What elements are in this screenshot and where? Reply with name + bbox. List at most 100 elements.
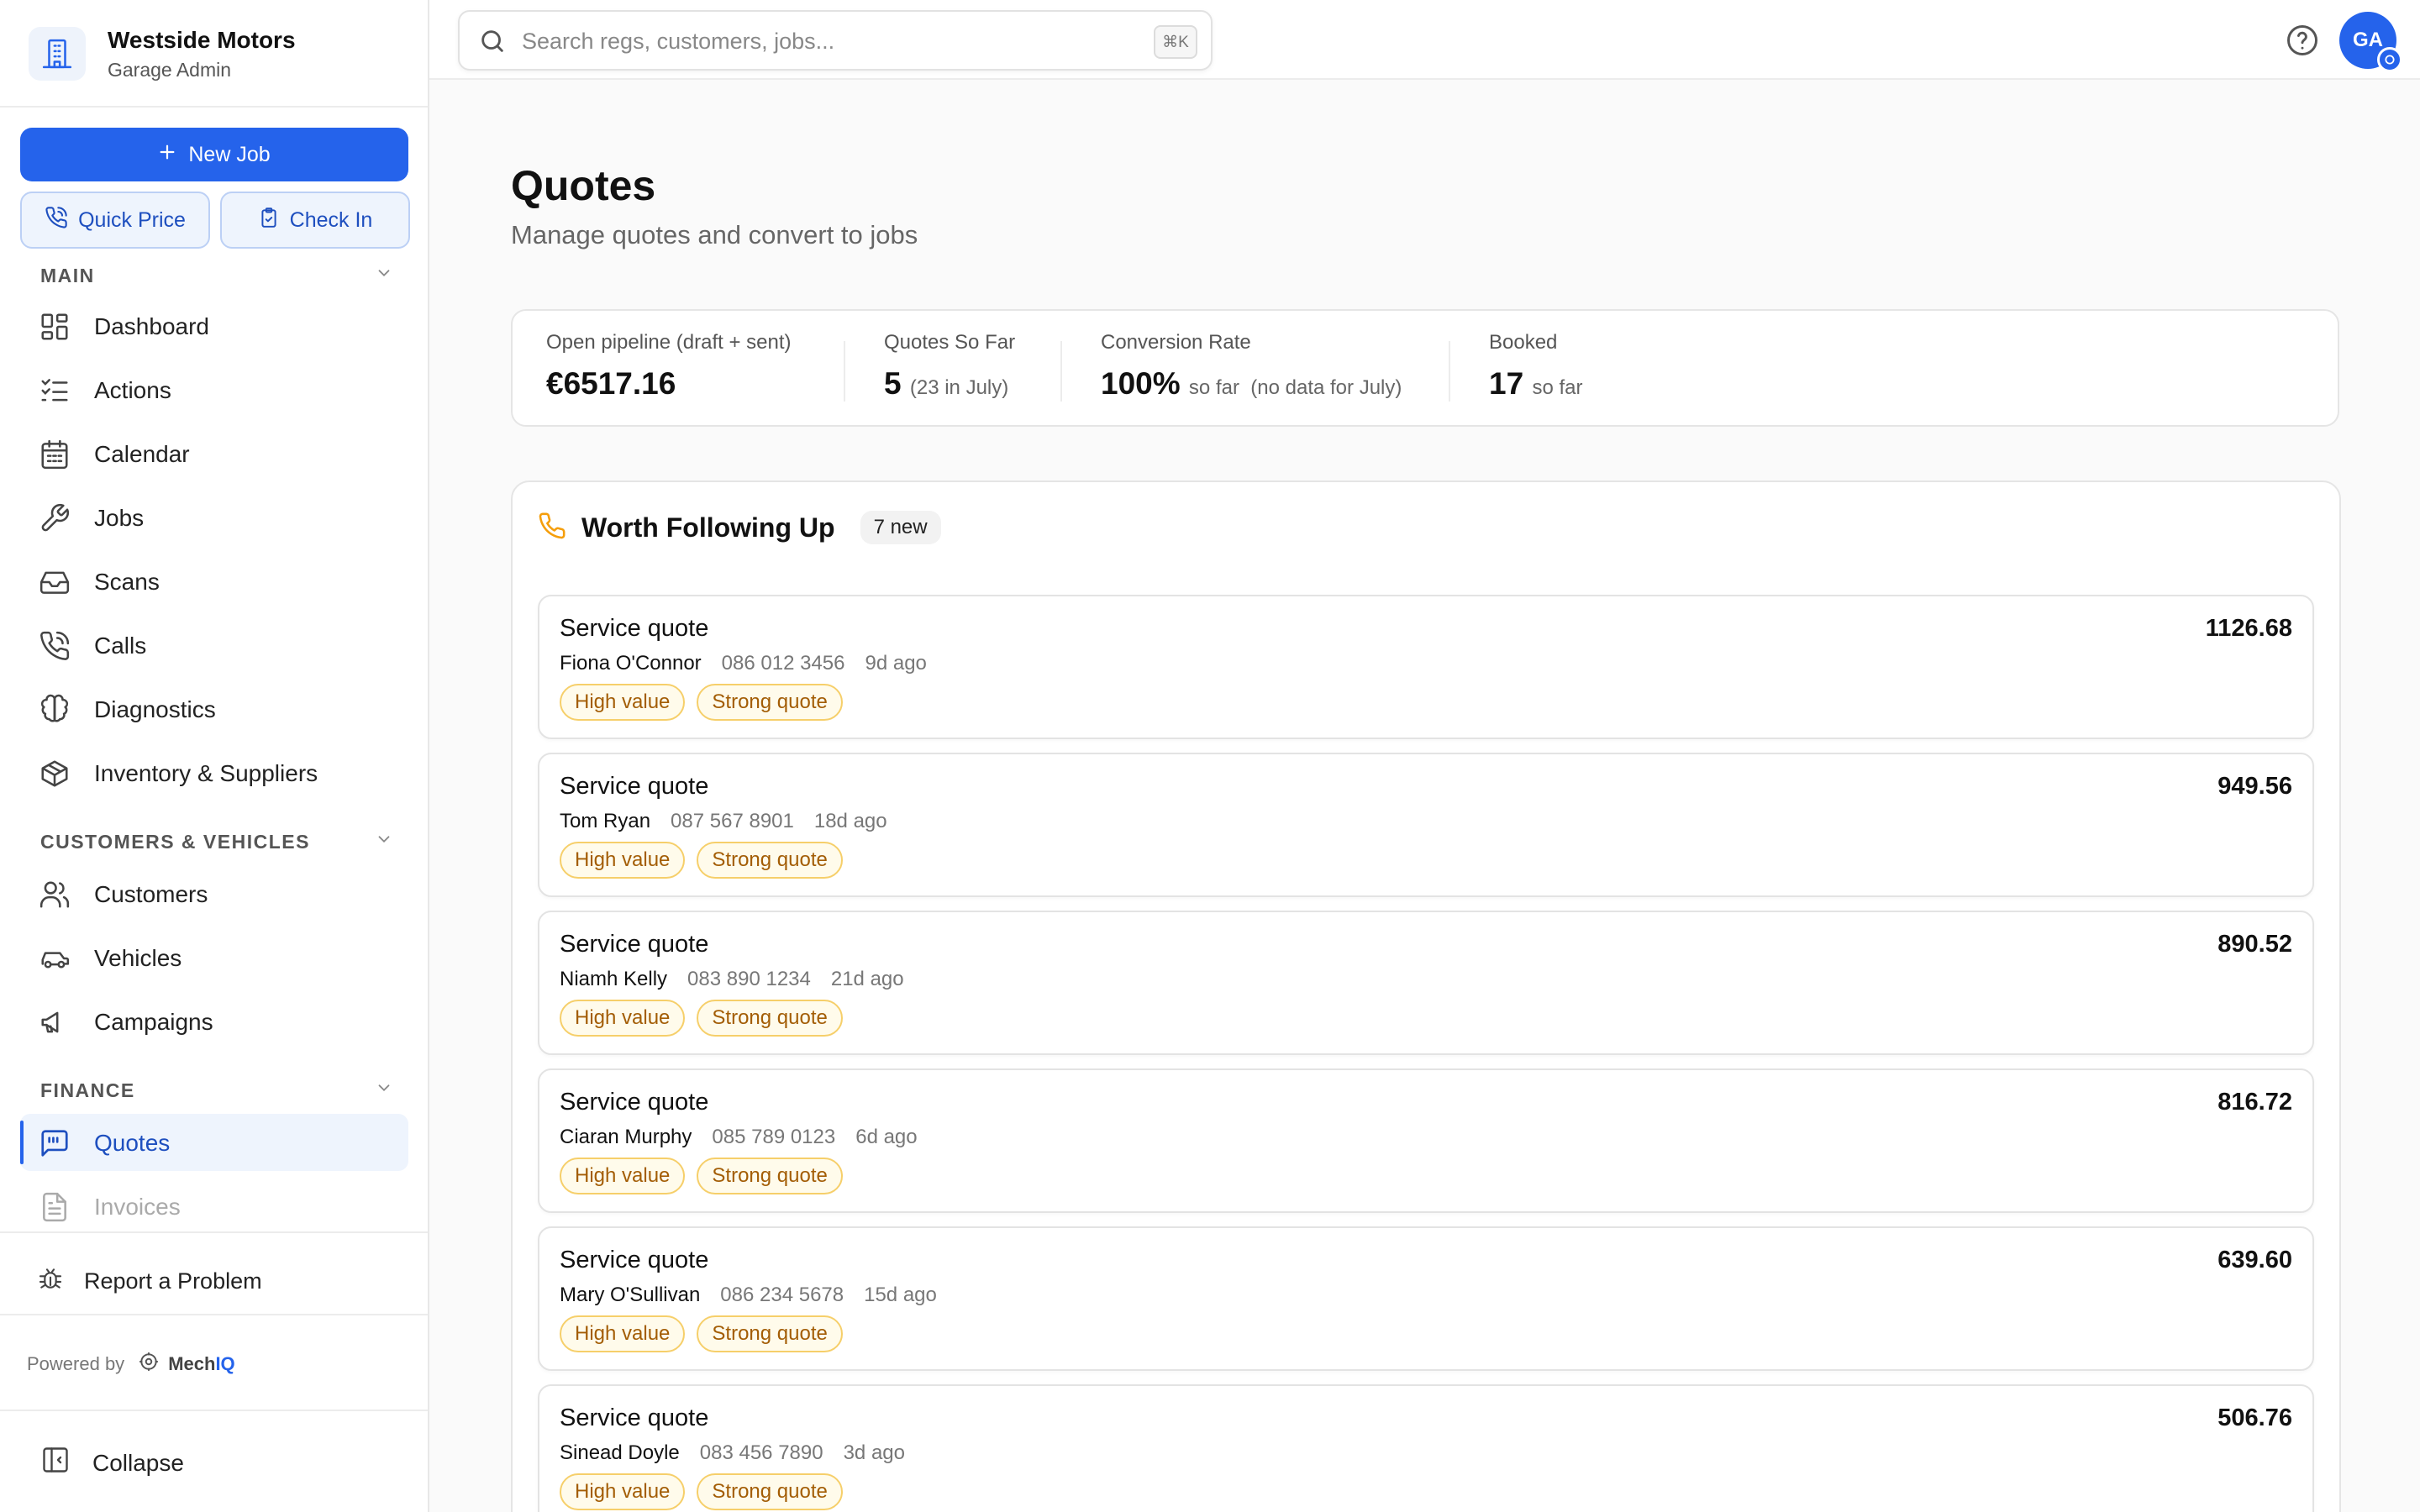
search-shortcut: ⌘K [1154, 25, 1197, 59]
customer-phone: 083 456 7890 [699, 1441, 823, 1464]
brand-header: Westside Motors Garage Admin [0, 0, 428, 108]
powered-by-label: Powered by [27, 1353, 125, 1374]
search-input[interactable]: Search regs, customers, jobs... ⌘K [458, 10, 1213, 71]
powered-brand-iq: IQ [215, 1353, 235, 1374]
quote-card[interactable]: Service quote 639.60 Mary O'Sullivan 086 … [538, 1226, 2314, 1371]
divider [0, 1410, 428, 1411]
report-problem-label: Report a Problem [84, 1268, 262, 1294]
search-icon [478, 27, 507, 60]
tag-high-value: High value [560, 842, 686, 879]
sidebar-item-calendar[interactable]: Calendar [20, 425, 408, 482]
quote-card[interactable]: Service quote 890.52 Niamh Kelly 083 890 … [538, 911, 2314, 1055]
building-icon [29, 27, 86, 81]
stat-quotes-so-far: Quotes So Far 5 (23 in July) [884, 331, 1015, 402]
quote-amount: 506.76 [2217, 1404, 2292, 1431]
sidebar-item-inventory[interactable]: Inventory & Suppliers [20, 744, 408, 801]
tag-high-value: High value [560, 1473, 686, 1510]
quote-age: 21d ago [830, 968, 904, 990]
sidebar-item-label: Campaigns [94, 1009, 213, 1035]
stat-conversion-rate: Conversion Rate 100% so far (no data for… [1101, 331, 1402, 402]
tag-high-value: High value [560, 1315, 686, 1352]
sidebar-item-label: Calendar [94, 441, 190, 467]
tag-strong-quote: Strong quote [697, 1473, 843, 1510]
wrench-icon [39, 502, 71, 534]
search-placeholder: Search regs, customers, jobs... [522, 29, 835, 54]
new-count-badge: 7 new [860, 511, 941, 544]
package-icon [39, 758, 71, 790]
chevron-down-icon [375, 264, 393, 287]
stat-label: Quotes So Far [884, 331, 1016, 354]
car-icon [39, 942, 71, 974]
section-main-title: MAIN [40, 264, 95, 286]
sidebar-item-label: Customers [94, 881, 208, 907]
quote-card[interactable]: Service quote 816.72 Ciaran Murphy 085 78… [538, 1068, 2314, 1213]
section-main-header[interactable]: MAIN [40, 264, 393, 287]
sidebar-item-dashboard[interactable]: Dashboard [20, 297, 408, 354]
quick-price-label: Quick Price [78, 207, 186, 232]
customer-phone: 086 012 3456 [721, 652, 845, 675]
brand-subtitle: Garage Admin [108, 59, 232, 81]
sidebar-item-label: Actions [94, 377, 171, 403]
sidebar-item-label: Diagnostics [94, 696, 216, 722]
sidebar-item-customers[interactable]: Customers [20, 865, 408, 922]
stat-note: (23 in July) [909, 376, 1009, 399]
tag-high-value: High value [560, 1158, 686, 1194]
phone-icon [45, 206, 68, 235]
tag-high-value: High value [560, 684, 686, 721]
divider [0, 1314, 428, 1315]
sidebar-item-diagnostics[interactable]: Diagnostics [20, 680, 408, 738]
customer-name: Sinead Doyle [560, 1441, 680, 1464]
sidebar: Westside Motors Garage Admin New Job Qui… [0, 0, 429, 1512]
sidebar-item-label: Quotes [94, 1130, 171, 1156]
stat-value: €6517.16 [546, 366, 676, 401]
sidebar-item-invoices[interactable]: Invoices [20, 1178, 408, 1235]
tag-strong-quote: Strong quote [697, 1158, 843, 1194]
page-subtitle: Manage quotes and convert to jobs [511, 220, 918, 249]
follow-up-title: Worth Following Up [581, 512, 835, 543]
stat-value: 17 [1489, 366, 1524, 401]
file-text-icon [39, 1191, 71, 1223]
collapse-button[interactable]: Collapse [40, 1445, 184, 1481]
check-in-button[interactable]: Check In [220, 192, 410, 249]
quote-card[interactable]: Service quote 506.76 Sinead Doyle 083 456… [538, 1384, 2314, 1512]
phone-call-icon [39, 630, 71, 662]
stats-bar: Open pipeline (draft + sent) €6517.16 Qu… [511, 309, 2339, 427]
follow-up-header: Worth Following Up 7 new [538, 511, 941, 544]
sidebar-item-scans[interactable]: Scans [20, 553, 408, 610]
calendar-icon [39, 438, 71, 470]
new-job-button[interactable]: New Job [20, 128, 408, 181]
customer-name: Fiona O'Connor [560, 652, 702, 675]
quick-price-button[interactable]: Quick Price [20, 192, 210, 249]
section-customers-header[interactable]: CUSTOMERS & VEHICLES [40, 830, 393, 853]
help-icon[interactable] [2284, 22, 2321, 63]
sidebar-item-calls[interactable]: Calls [20, 617, 408, 674]
bug-icon [37, 1265, 64, 1298]
quote-card[interactable]: Service quote 949.56 Tom Ryan 087 567 890… [538, 753, 2314, 897]
quote-age: 9d ago [865, 652, 927, 675]
quote-amount: 949.56 [2217, 773, 2292, 800]
customer-phone: 086 234 5678 [720, 1284, 844, 1306]
sidebar-item-jobs[interactable]: Jobs [20, 489, 408, 546]
report-problem-button[interactable]: Report a Problem [37, 1265, 262, 1298]
tag-high-value: High value [560, 1000, 686, 1037]
plus-icon [158, 143, 176, 167]
sidebar-item-vehicles[interactable]: Vehicles [20, 929, 408, 986]
stat-label: Conversion Rate [1101, 331, 1251, 354]
quote-age: 3d ago [843, 1441, 905, 1464]
sidebar-item-quotes[interactable]: Quotes [20, 1114, 408, 1171]
inbox-icon [39, 566, 71, 598]
tag-strong-quote: Strong quote [697, 1000, 843, 1037]
section-finance-title: FINANCE [40, 1079, 135, 1101]
new-job-label: New Job [188, 142, 271, 166]
sidebar-item-campaigns[interactable]: Campaigns [20, 993, 408, 1050]
megaphone-icon [39, 1006, 71, 1038]
customer-name: Mary O'Sullivan [560, 1284, 701, 1306]
stat-divider [844, 341, 845, 402]
sidebar-item-label: Scans [94, 569, 160, 595]
tag-strong-quote: Strong quote [697, 842, 843, 879]
quote-card[interactable]: Service quote 1126.68 Fiona O'Connor 086 … [538, 595, 2314, 739]
sidebar-item-label: Vehicles [94, 945, 182, 971]
sidebar-item-actions[interactable]: Actions [20, 361, 408, 418]
follow-up-panel: Worth Following Up 7 new Service quote 1… [511, 480, 2341, 1512]
section-finance-header[interactable]: FINANCE [40, 1079, 393, 1102]
